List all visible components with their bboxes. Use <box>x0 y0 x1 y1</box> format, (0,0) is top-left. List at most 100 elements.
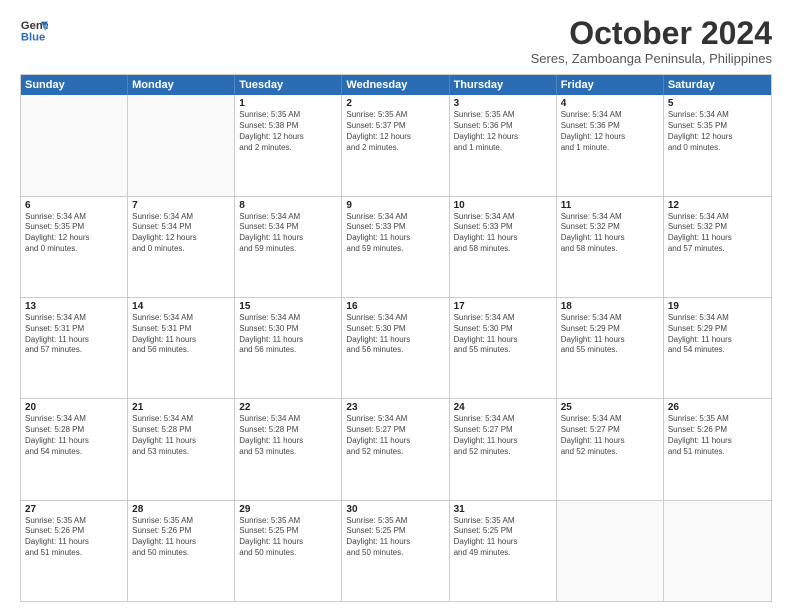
cell-info: Sunrise: 5:34 AM Sunset: 5:30 PM Dayligh… <box>454 313 552 356</box>
logo-icon: General Blue <box>20 16 48 44</box>
cell-info: Sunrise: 5:35 AM Sunset: 5:26 PM Dayligh… <box>668 414 767 457</box>
cell-info: Sunrise: 5:34 AM Sunset: 5:29 PM Dayligh… <box>561 313 659 356</box>
calendar-cell: 17Sunrise: 5:34 AM Sunset: 5:30 PM Dayli… <box>450 298 557 398</box>
cell-info: Sunrise: 5:34 AM Sunset: 5:35 PM Dayligh… <box>668 110 767 153</box>
calendar-cell: 9Sunrise: 5:34 AM Sunset: 5:33 PM Daylig… <box>342 197 449 297</box>
calendar-cell: 10Sunrise: 5:34 AM Sunset: 5:33 PM Dayli… <box>450 197 557 297</box>
calendar-header: SundayMondayTuesdayWednesdayThursdayFrid… <box>21 75 771 95</box>
calendar-cell: 31Sunrise: 5:35 AM Sunset: 5:25 PM Dayli… <box>450 501 557 601</box>
cell-info: Sunrise: 5:35 AM Sunset: 5:25 PM Dayligh… <box>239 516 337 559</box>
calendar-cell: 22Sunrise: 5:34 AM Sunset: 5:28 PM Dayli… <box>235 399 342 499</box>
cell-day-number: 25 <box>561 402 659 413</box>
calendar: SundayMondayTuesdayWednesdayThursdayFrid… <box>20 74 772 602</box>
calendar-week-4: 20 Sunrise: 5:34 AM Sunset: 5:28 PM Dayli… <box>21 399 771 500</box>
calendar-cell: 13Sunrise: 5:34 AM Sunset: 5:31 PM Dayli… <box>21 298 128 398</box>
header-day-thursday: Thursday <box>450 75 557 95</box>
calendar-cell: 8Sunrise: 5:34 AM Sunset: 5:34 PM Daylig… <box>235 197 342 297</box>
calendar-cell: 14Sunrise: 5:34 AM Sunset: 5:31 PM Dayli… <box>128 298 235 398</box>
svg-text:Blue: Blue <box>21 31 45 43</box>
cell-day-number: 27 <box>25 504 123 515</box>
header-day-monday: Monday <box>128 75 235 95</box>
calendar-cell: 18Sunrise: 5:34 AM Sunset: 5:29 PM Dayli… <box>557 298 664 398</box>
cell-info: Sunrise: 5:34 AM Sunset: 5:32 PM Dayligh… <box>668 212 767 255</box>
cell-day-number: 1 <box>239 98 337 109</box>
cell-day-number: 13 <box>25 301 123 312</box>
cell-info: Sunrise: 5:34 AM Sunset: 5:32 PM Dayligh… <box>561 212 659 255</box>
cell-day-number: 18 <box>561 301 659 312</box>
cell-info: Sunrise: 5:35 AM Sunset: 5:26 PM Dayligh… <box>25 516 123 559</box>
cell-info: Sunrise: 5:34 AM Sunset: 5:31 PM Dayligh… <box>25 313 123 356</box>
header-day-wednesday: Wednesday <box>342 75 449 95</box>
cell-day-number: 20 <box>25 402 123 413</box>
cell-info: Sunrise: 5:34 AM Sunset: 5:30 PM Dayligh… <box>239 313 337 356</box>
calendar-cell: 16Sunrise: 5:34 AM Sunset: 5:30 PM Dayli… <box>342 298 449 398</box>
cell-day-number: 15 <box>239 301 337 312</box>
calendar-cell: 1Sunrise: 5:35 AM Sunset: 5:38 PM Daylig… <box>235 95 342 195</box>
calendar-cell <box>664 501 771 601</box>
header-day-sunday: Sunday <box>21 75 128 95</box>
calendar-week-3: 13Sunrise: 5:34 AM Sunset: 5:31 PM Dayli… <box>21 298 771 399</box>
cell-day-number: 6 <box>25 200 123 211</box>
cell-day-number: 31 <box>454 504 552 515</box>
calendar-cell: 11Sunrise: 5:34 AM Sunset: 5:32 PM Dayli… <box>557 197 664 297</box>
cell-info: Sunrise: 5:34 AM Sunset: 5:30 PM Dayligh… <box>346 313 444 356</box>
calendar-cell: 30Sunrise: 5:35 AM Sunset: 5:25 PM Dayli… <box>342 501 449 601</box>
cell-day-number: 23 <box>346 402 444 413</box>
cell-day-number: 10 <box>454 200 552 211</box>
header-day-tuesday: Tuesday <box>235 75 342 95</box>
calendar-cell: 4Sunrise: 5:34 AM Sunset: 5:36 PM Daylig… <box>557 95 664 195</box>
calendar-cell <box>128 95 235 195</box>
cell-day-number: 5 <box>668 98 767 109</box>
calendar-cell: 24Sunrise: 5:34 AM Sunset: 5:27 PM Dayli… <box>450 399 557 499</box>
calendar-cell: 27Sunrise: 5:35 AM Sunset: 5:26 PM Dayli… <box>21 501 128 601</box>
header-day-saturday: Saturday <box>664 75 771 95</box>
header-day-friday: Friday <box>557 75 664 95</box>
cell-day-number: 30 <box>346 504 444 515</box>
cell-info: Sunrise: 5:34 AM Sunset: 5:33 PM Dayligh… <box>454 212 552 255</box>
cell-info: Sunrise: 5:34 AM Sunset: 5:34 PM Dayligh… <box>239 212 337 255</box>
calendar-cell: 2Sunrise: 5:35 AM Sunset: 5:37 PM Daylig… <box>342 95 449 195</box>
calendar-cell: 23Sunrise: 5:34 AM Sunset: 5:27 PM Dayli… <box>342 399 449 499</box>
calendar-cell: 12Sunrise: 5:34 AM Sunset: 5:32 PM Dayli… <box>664 197 771 297</box>
calendar-cell: 20Sunrise: 5:34 AM Sunset: 5:28 PM Dayli… <box>21 399 128 499</box>
cell-day-number: 8 <box>239 200 337 211</box>
calendar-cell <box>557 501 664 601</box>
cell-info: Sunrise: 5:34 AM Sunset: 5:36 PM Dayligh… <box>561 110 659 153</box>
cell-info: Sunrise: 5:35 AM Sunset: 5:25 PM Dayligh… <box>454 516 552 559</box>
cell-info: Sunrise: 5:34 AM Sunset: 5:34 PM Dayligh… <box>132 212 230 255</box>
calendar-body: 1Sunrise: 5:35 AM Sunset: 5:38 PM Daylig… <box>21 95 771 601</box>
cell-day-number: 9 <box>346 200 444 211</box>
calendar-cell: 5Sunrise: 5:34 AM Sunset: 5:35 PM Daylig… <box>664 95 771 195</box>
cell-day-number: 28 <box>132 504 230 515</box>
cell-day-number: 22 <box>239 402 337 413</box>
logo: General Blue General Blue <box>20 16 48 44</box>
cell-info: Sunrise: 5:35 AM Sunset: 5:38 PM Dayligh… <box>239 110 337 153</box>
calendar-week-1: 1Sunrise: 5:35 AM Sunset: 5:38 PM Daylig… <box>21 95 771 196</box>
cell-day-number: 26 <box>668 402 767 413</box>
cell-info: Sunrise: 5:34 AM Sunset: 5:27 PM Dayligh… <box>561 414 659 457</box>
calendar-cell: 21Sunrise: 5:34 AM Sunset: 5:28 PM Dayli… <box>128 399 235 499</box>
cell-info: Sunrise: 5:34 AM Sunset: 5:31 PM Dayligh… <box>132 313 230 356</box>
calendar-cell: 19Sunrise: 5:34 AM Sunset: 5:29 PM Dayli… <box>664 298 771 398</box>
calendar-cell: 7Sunrise: 5:34 AM Sunset: 5:34 PM Daylig… <box>128 197 235 297</box>
subtitle: Seres, Zamboanga Peninsula, Philippines <box>531 51 772 66</box>
cell-day-number: 16 <box>346 301 444 312</box>
cell-day-number: 11 <box>561 200 659 211</box>
calendar-cell: 6Sunrise: 5:34 AM Sunset: 5:35 PM Daylig… <box>21 197 128 297</box>
calendar-cell: 15Sunrise: 5:34 AM Sunset: 5:30 PM Dayli… <box>235 298 342 398</box>
cell-info: Sunrise: 5:34 AM Sunset: 5:28 PM Dayligh… <box>239 414 337 457</box>
cell-day-number: 14 <box>132 301 230 312</box>
cell-info: Sunrise: 5:35 AM Sunset: 5:36 PM Dayligh… <box>454 110 552 153</box>
cell-day-number: 3 <box>454 98 552 109</box>
page: General Blue General Blue October 2024 S… <box>0 0 792 612</box>
cell-day-number: 12 <box>668 200 767 211</box>
cell-info: Sunrise: 5:34 AM Sunset: 5:35 PM Dayligh… <box>25 212 123 255</box>
calendar-cell: 29Sunrise: 5:35 AM Sunset: 5:25 PM Dayli… <box>235 501 342 601</box>
cell-day-number: 21 <box>132 402 230 413</box>
calendar-cell <box>21 95 128 195</box>
cell-day-number: 7 <box>132 200 230 211</box>
main-title: October 2024 <box>531 16 772 51</box>
title-block: October 2024 Seres, Zamboanga Peninsula,… <box>531 16 772 66</box>
cell-day-number: 17 <box>454 301 552 312</box>
cell-info: Sunrise: 5:34 AM Sunset: 5:28 PM Dayligh… <box>132 414 230 457</box>
